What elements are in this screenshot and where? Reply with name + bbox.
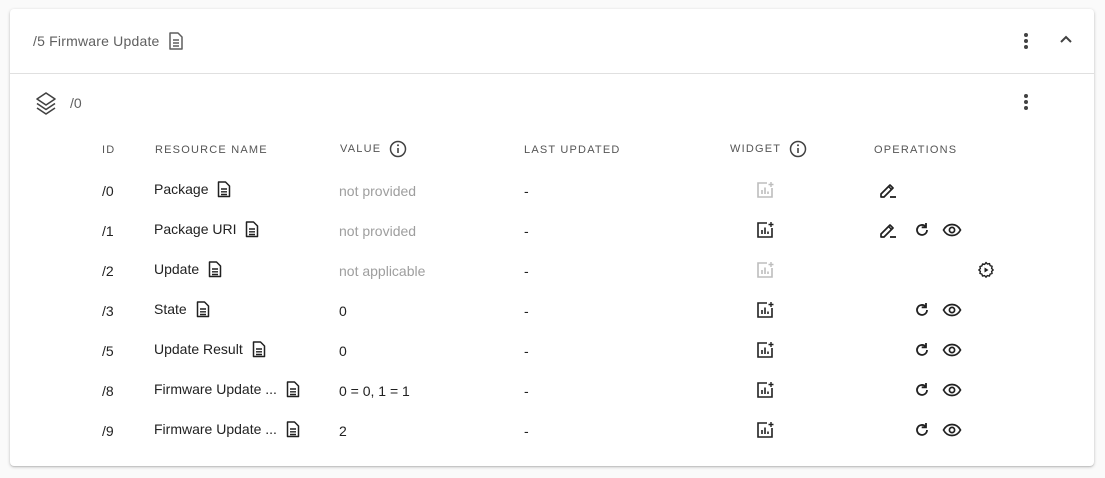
- column-header-id: ID: [102, 144, 116, 156]
- last-updated: -: [524, 423, 529, 439]
- more-vert-icon[interactable]: [1014, 29, 1038, 53]
- last-updated: -: [524, 383, 529, 399]
- last-updated: -: [524, 223, 529, 239]
- last-updated: -: [524, 183, 529, 199]
- resource-value: 0 = 0, 1 = 1: [339, 383, 410, 399]
- info-icon[interactable]: [789, 140, 807, 158]
- resource-name-cell: Firmware Update ...: [154, 381, 277, 397]
- description-icon[interactable]: [249, 339, 269, 359]
- header-divider: [10, 73, 1094, 74]
- table-row: /3 State 0 -: [10, 290, 1094, 330]
- table-row: /1 Package URI not provided -: [10, 210, 1094, 250]
- add-chart-icon: [755, 260, 775, 280]
- table-row: /9 Firmware Update ... 2 -: [10, 410, 1094, 450]
- edit-icon[interactable]: [878, 180, 898, 200]
- refresh-icon[interactable]: [912, 340, 932, 360]
- resource-name: Update Result: [154, 341, 243, 357]
- resource-name: Firmware Update ...: [154, 421, 277, 437]
- last-updated: -: [524, 343, 529, 359]
- column-header-operations: OPERATIONS: [874, 144, 958, 156]
- resource-value: not provided: [339, 223, 417, 239]
- object-header[interactable]: /5 Firmware Update: [10, 9, 1094, 73]
- instance-row: /0: [10, 89, 1094, 115]
- instance-label: /0: [70, 95, 82, 111]
- column-header-last-updated: LAST UPDATED: [524, 144, 621, 156]
- refresh-icon[interactable]: [912, 420, 932, 440]
- table-row: /0 Package not provided -: [10, 170, 1094, 210]
- resource-id: /5: [102, 343, 114, 359]
- description-icon[interactable]: [214, 179, 234, 199]
- resource-name-cell: Package URI: [154, 221, 236, 237]
- object-title: /5 Firmware Update: [33, 32, 184, 50]
- refresh-icon[interactable]: [912, 300, 932, 320]
- refresh-icon[interactable]: [912, 380, 932, 400]
- add-chart-icon[interactable]: [755, 380, 775, 400]
- resource-id: /9: [102, 423, 114, 439]
- description-icon[interactable]: [168, 32, 184, 50]
- add-chart-icon[interactable]: [755, 340, 775, 360]
- resource-name-cell: Package: [154, 181, 208, 197]
- resource-id: /1: [102, 223, 114, 239]
- resource-id: /3: [102, 303, 114, 319]
- resource-name-cell: State: [154, 301, 187, 317]
- add-chart-icon[interactable]: [755, 300, 775, 320]
- add-chart-icon[interactable]: [755, 220, 775, 240]
- last-updated: -: [524, 303, 529, 319]
- chevron-up-icon[interactable]: [1054, 27, 1078, 51]
- object-title-text: /5 Firmware Update: [33, 33, 160, 49]
- resource-value: 0: [339, 303, 347, 319]
- eye-icon[interactable]: [942, 380, 962, 400]
- resource-name-cell: Firmware Update ...: [154, 421, 277, 437]
- add-chart-icon: [755, 180, 775, 200]
- resource-value: not provided: [339, 183, 417, 199]
- table-row: /5 Update Result 0 -: [10, 330, 1094, 370]
- resource-id: /8: [102, 383, 114, 399]
- resource-name-cell: Update Result: [154, 341, 243, 357]
- resource-name-cell: Update: [154, 261, 199, 277]
- column-header-value: VALUE: [340, 140, 407, 158]
- table-row: /8 Firmware Update ... 0 = 0, 1 = 1 -: [10, 370, 1094, 410]
- resource-value: 2: [339, 423, 347, 439]
- eye-icon[interactable]: [942, 340, 962, 360]
- resource-name: Package: [154, 181, 209, 197]
- description-icon[interactable]: [283, 379, 303, 399]
- description-icon[interactable]: [193, 299, 213, 319]
- settings-play-icon[interactable]: [976, 260, 996, 280]
- resource-id: /0: [102, 183, 114, 199]
- description-icon[interactable]: [283, 419, 303, 439]
- eye-icon[interactable]: [942, 420, 962, 440]
- edit-icon[interactable]: [878, 220, 898, 240]
- table-row: /2 Update not applicable -: [10, 250, 1094, 290]
- object-card: /5 Firmware Update /0 ID RESOURCE NAME V…: [10, 9, 1094, 466]
- last-updated: -: [524, 263, 529, 279]
- resource-value: 0: [339, 343, 347, 359]
- resource-name: Package URI: [154, 221, 237, 237]
- add-chart-icon[interactable]: [755, 420, 775, 440]
- resource-name: Firmware Update ...: [154, 381, 277, 397]
- resource-name: Update: [154, 261, 200, 277]
- resource-value: not applicable: [339, 263, 426, 279]
- resource-name: State: [154, 301, 187, 317]
- eye-icon[interactable]: [942, 300, 962, 320]
- refresh-icon[interactable]: [912, 220, 932, 240]
- description-icon[interactable]: [205, 259, 225, 279]
- eye-icon[interactable]: [942, 220, 962, 240]
- column-header-resource-name: RESOURCE NAME: [155, 144, 268, 156]
- column-header-widget: WIDGET: [730, 140, 807, 158]
- instance-more-vert-icon[interactable]: [1014, 90, 1038, 114]
- info-icon[interactable]: [389, 140, 407, 158]
- description-icon[interactable]: [242, 219, 262, 239]
- resource-id: /2: [102, 263, 114, 279]
- layers-icon: [35, 91, 57, 115]
